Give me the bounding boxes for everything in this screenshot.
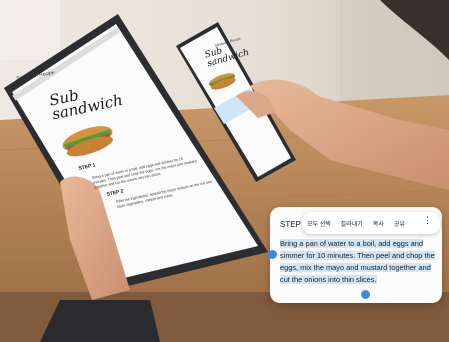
share-button[interactable]: 공유 bbox=[389, 219, 410, 228]
selection-end-handle[interactable] bbox=[361, 290, 370, 299]
more-options-icon[interactable]: ⋮ bbox=[423, 216, 432, 225]
photo-scene: Sandwich Recipe Sub sandwich STEP 1 Brin… bbox=[0, 0, 449, 342]
text-context-menu: 모두 선택 잘라내기 복사 공유 ⋮ bbox=[302, 212, 440, 234]
selected-text[interactable]: Bring a pan of water to a boil, add eggs… bbox=[280, 239, 435, 284]
text-selection-popup: STEP 1 모두 선택 잘라내기 복사 공유 ⋮ Bring a pan of… bbox=[270, 207, 442, 303]
copy-button[interactable]: 복사 bbox=[368, 219, 389, 228]
selection-start-handle[interactable] bbox=[268, 250, 277, 259]
select-all-button[interactable]: 모두 선택 bbox=[302, 219, 336, 228]
cut-button[interactable]: 잘라내기 bbox=[336, 219, 368, 228]
selected-text-block[interactable]: Bring a pan of water to a boil, add eggs… bbox=[280, 238, 438, 286]
